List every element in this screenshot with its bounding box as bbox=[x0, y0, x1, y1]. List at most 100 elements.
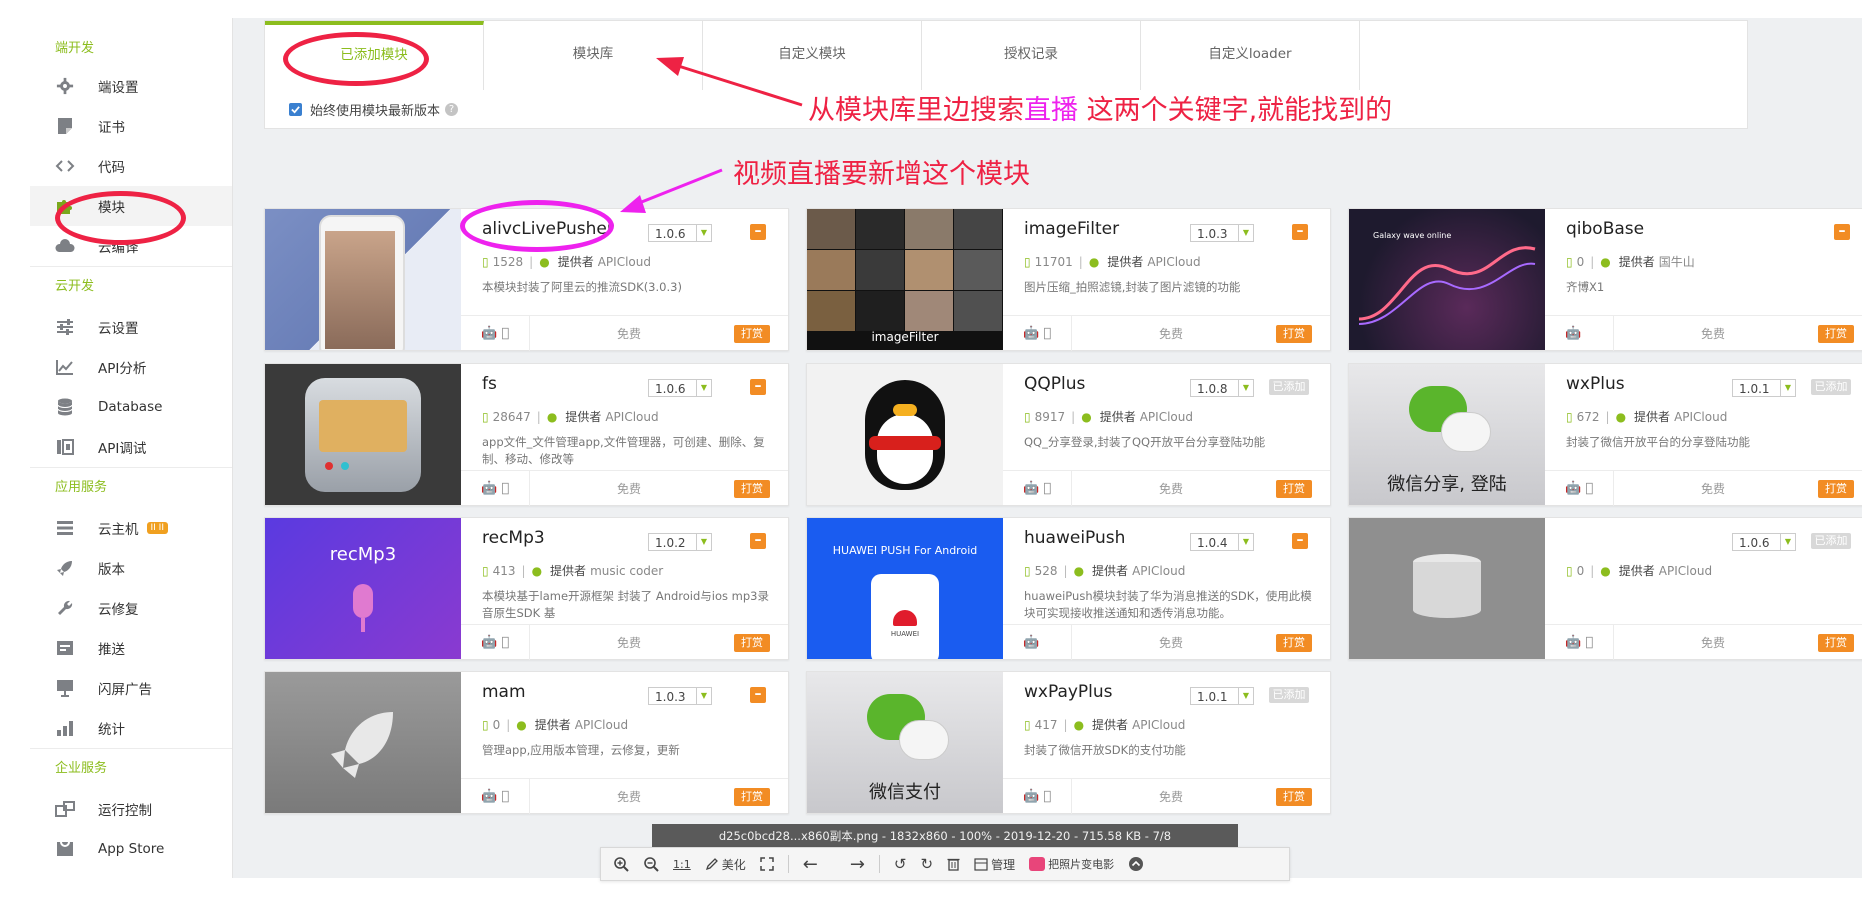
module-thumbnail[interactable]: recMp3 bbox=[265, 518, 461, 659]
module-name[interactable]: qiboBase bbox=[1566, 219, 1644, 239]
tip-button[interactable]: 打赏 bbox=[734, 634, 770, 652]
beautify-button[interactable]: 美化 bbox=[705, 856, 746, 873]
tip-button[interactable]: 打赏 bbox=[734, 480, 770, 498]
module-card[interactable]: QQPlus 1.0.8 ▼ 已添加 ▯ 8917 | ● 提供者 APIClou… bbox=[806, 363, 1331, 506]
module-name[interactable]: wxPayPlus bbox=[1024, 682, 1113, 702]
sidebar-item[interactable]: 运行控制 bbox=[30, 789, 232, 829]
provider-name[interactable]: 国牛山 bbox=[1659, 253, 1695, 270]
remove-button[interactable]: – bbox=[750, 533, 766, 549]
module-name[interactable]: imageFilter bbox=[1024, 219, 1119, 239]
tip-button[interactable]: 打赏 bbox=[1818, 480, 1854, 498]
module-thumbnail[interactable]: imageFilter bbox=[807, 209, 1003, 350]
version-select[interactable]: 1.0.3 ▼ bbox=[648, 687, 712, 705]
actual-size-button[interactable]: 1:1 bbox=[673, 858, 691, 871]
collapse-icon[interactable] bbox=[1128, 856, 1144, 872]
provider-name[interactable]: APICloud bbox=[1659, 564, 1712, 578]
module-thumbnail[interactable] bbox=[807, 364, 1003, 505]
provider-name[interactable]: APICloud bbox=[1140, 410, 1193, 424]
module-thumbnail[interactable]: 微信支付 bbox=[807, 672, 1003, 813]
module-thumbnail[interactable] bbox=[265, 209, 461, 350]
module-thumbnail[interactable]: HUAWEI PUSH For Android HUAWEI bbox=[807, 518, 1003, 659]
module-card[interactable]: imageFilter imageFilter 1.0.3 ▼ – ▯ 11701… bbox=[806, 208, 1331, 351]
version-select[interactable]: 1.0.2 ▼ bbox=[648, 533, 712, 551]
module-tab[interactable]: 自定义loader bbox=[1141, 21, 1360, 91]
provider-name[interactable]: music coder bbox=[590, 564, 663, 578]
version-select[interactable]: 1.0.6 ▼ bbox=[648, 379, 712, 397]
provider-name[interactable]: APICloud bbox=[598, 255, 651, 269]
module-name[interactable]: fs bbox=[482, 374, 497, 394]
tip-button[interactable]: 打赏 bbox=[1276, 325, 1312, 343]
sidebar-item[interactable]: Database bbox=[30, 387, 232, 427]
module-name[interactable]: wxPlus bbox=[1566, 374, 1625, 394]
sidebar-item[interactable]: 代码 bbox=[30, 146, 232, 186]
sidebar-item[interactable]: 推送 bbox=[30, 628, 232, 668]
previous-icon[interactable]: ← bbox=[803, 854, 818, 875]
module-card[interactable]: 微信分享, 登陆 wxPlus 1.0.1 ▼ 已添加 ▯ 672 | ● 提供者… bbox=[1348, 363, 1862, 506]
tip-button[interactable]: 打赏 bbox=[1818, 634, 1854, 652]
provider-name[interactable]: APICloud bbox=[605, 410, 658, 424]
sidebar-item[interactable]: 版本 bbox=[30, 548, 232, 588]
tip-button[interactable]: 打赏 bbox=[1276, 634, 1312, 652]
latest-version-checkbox[interactable] bbox=[289, 102, 302, 116]
module-thumbnail[interactable] bbox=[265, 364, 461, 505]
version-select[interactable]: 1.0.8 ▼ bbox=[1190, 379, 1254, 397]
module-card[interactable]: 微信支付 wxPayPlus 1.0.1 ▼ 已添加 ▯ 417 | ● 提供者 … bbox=[806, 671, 1331, 814]
module-card[interactable]: fs 1.0.6 ▼ – ▯ 28647 | ● 提供者 APICloud app… bbox=[264, 363, 789, 506]
remove-button[interactable]: – bbox=[1834, 224, 1850, 240]
module-card[interactable]: 1.0.6 ▼ 已添加 ▯ 0 | ● 提供者 APICloud 🤖  免费 打… bbox=[1348, 517, 1862, 660]
remove-button[interactable]: – bbox=[1292, 533, 1308, 549]
version-select[interactable]: 1.0.3 ▼ bbox=[1190, 224, 1254, 242]
module-thumbnail[interactable] bbox=[1349, 518, 1545, 659]
tip-button[interactable]: 打赏 bbox=[734, 325, 770, 343]
delete-icon[interactable] bbox=[947, 857, 960, 871]
tip-button[interactable]: 打赏 bbox=[1276, 788, 1312, 806]
sidebar-item[interactable]: 证书 bbox=[30, 106, 232, 146]
sidebar-item[interactable]: API分析 bbox=[30, 347, 232, 387]
sidebar-item[interactable]: 云修复 bbox=[30, 588, 232, 628]
fullscreen-icon[interactable] bbox=[759, 857, 774, 871]
version-select[interactable]: 1.0.6 ▼ bbox=[648, 224, 712, 242]
version-select[interactable]: 1.0.4 ▼ bbox=[1190, 533, 1254, 551]
sidebar-item[interactable]: App Store bbox=[30, 829, 232, 869]
sidebar-item[interactable]: 端设置 bbox=[30, 66, 232, 106]
provider-name[interactable]: APICloud bbox=[1132, 718, 1185, 732]
module-card[interactable]: Galaxy wave online qiboBase – ▯ 0 | ● 提供… bbox=[1348, 208, 1862, 351]
provider-name[interactable]: APICloud bbox=[1674, 410, 1727, 424]
sidebar-item[interactable]: 云主机 II II bbox=[30, 508, 232, 548]
module-name[interactable]: QQPlus bbox=[1024, 374, 1085, 394]
module-thumbnail[interactable]: Galaxy wave online bbox=[1349, 209, 1545, 350]
sidebar-item[interactable]: 云设置 bbox=[30, 307, 232, 347]
module-tab[interactable]: 自定义模块 bbox=[703, 21, 922, 91]
remove-button[interactable]: – bbox=[750, 379, 766, 395]
module-name[interactable]: recMp3 bbox=[482, 528, 545, 548]
provider-name[interactable]: APICloud bbox=[1147, 255, 1200, 269]
provider-name[interactable]: APICloud bbox=[575, 718, 628, 732]
module-name[interactable]: huaweiPush bbox=[1024, 528, 1125, 548]
tip-button[interactable]: 打赏 bbox=[1276, 480, 1312, 498]
remove-button[interactable]: – bbox=[1292, 224, 1308, 240]
module-tab[interactable]: 模块库 bbox=[484, 21, 703, 91]
module-thumbnail[interactable] bbox=[265, 672, 461, 813]
manage-button[interactable]: 管理 bbox=[974, 856, 1015, 873]
version-select[interactable]: 1.0.1 ▼ bbox=[1732, 379, 1796, 397]
sidebar-item[interactable]: 统计 bbox=[30, 708, 232, 748]
rotate-left-icon[interactable]: ↺ bbox=[894, 855, 907, 873]
zoom-out-icon[interactable] bbox=[643, 856, 659, 872]
module-name[interactable]: mam bbox=[482, 682, 526, 702]
zoom-in-icon[interactable] bbox=[613, 856, 629, 872]
version-select[interactable]: 1.0.1 ▼ bbox=[1190, 687, 1254, 705]
module-thumbnail[interactable]: 微信分享, 登陆 bbox=[1349, 364, 1545, 505]
remove-button[interactable]: – bbox=[750, 224, 766, 240]
module-tab[interactable]: 授权记录 bbox=[922, 21, 1141, 91]
module-card[interactable]: mam 1.0.3 ▼ – ▯ 0 | ● 提供者 APICloud 管理app,… bbox=[264, 671, 789, 814]
next-icon[interactable]: → bbox=[850, 854, 865, 875]
remove-button[interactable]: – bbox=[750, 687, 766, 703]
sidebar-item[interactable]: API调试 bbox=[30, 427, 232, 467]
module-card[interactable]: recMp3 recMp3 1.0.2 ▼ – ▯ 413 | ● 提供者 mus… bbox=[264, 517, 789, 660]
provider-name[interactable]: APICloud bbox=[1132, 564, 1185, 578]
tip-button[interactable]: 打赏 bbox=[1818, 325, 1854, 343]
tip-button[interactable]: 打赏 bbox=[734, 788, 770, 806]
module-card[interactable]: HUAWEI PUSH For Android HUAWEI huaweiPus… bbox=[806, 517, 1331, 660]
version-select[interactable]: 1.0.6 ▼ bbox=[1732, 533, 1796, 551]
video-button[interactable]: 把照片变电影 bbox=[1029, 856, 1114, 872]
